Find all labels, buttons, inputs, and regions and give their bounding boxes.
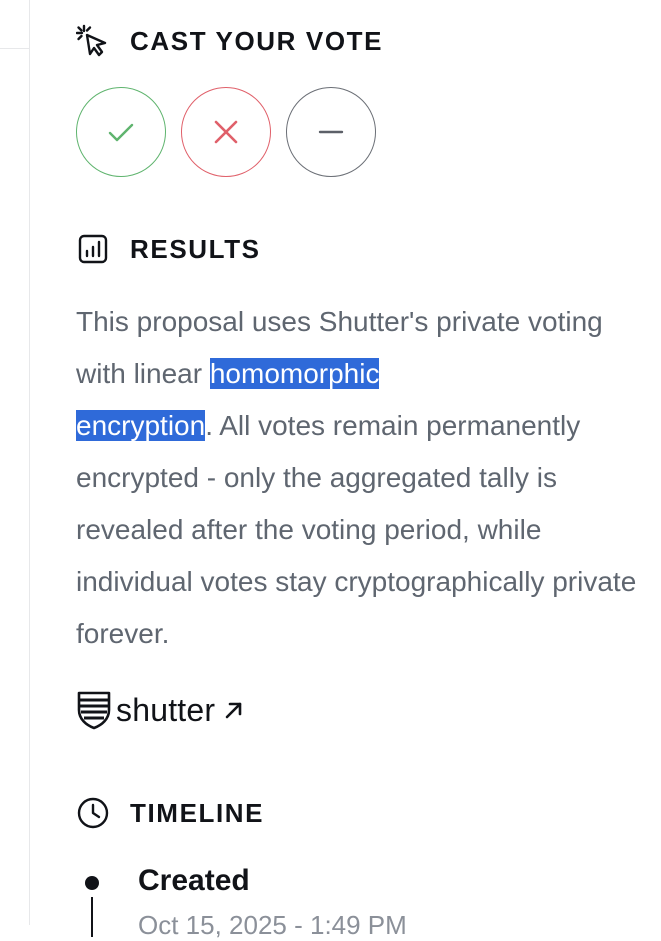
timeline-dot (85, 876, 99, 890)
shutter-link-label: shutter (116, 691, 216, 728)
header-divider (0, 48, 29, 49)
selected-text-homomorphic: homomorphic (209, 358, 380, 389)
vote-yes-button[interactable] (76, 87, 166, 177)
results-section-header: RESULTS (76, 232, 261, 266)
x-icon (214, 120, 238, 144)
vote-section-title: CAST YOUR VOTE (130, 25, 384, 56)
panel-divider (29, 0, 30, 925)
vote-no-button[interactable] (181, 87, 271, 177)
results-text-rest: . All votes remain permanently encrypted… (76, 410, 637, 649)
pointer-click-icon (76, 24, 110, 58)
shutter-shield-icon (76, 690, 112, 730)
arrow-up-right-icon (223, 699, 245, 721)
timeline-item-date: Oct 15, 2025 - 1:49 PM (138, 910, 407, 940)
minus-icon (318, 130, 344, 134)
timeline-connector (91, 897, 93, 937)
timeline-section-header: TIMELINE (76, 796, 264, 830)
bar-chart-icon (76, 232, 110, 266)
selected-text-encryption: encryption (76, 410, 206, 441)
timeline-section-title: TIMELINE (130, 797, 265, 828)
results-section-title: RESULTS (130, 233, 261, 264)
vote-options (76, 87, 376, 177)
check-icon (108, 123, 134, 142)
vote-abstain-button[interactable] (286, 87, 376, 177)
timeline-item-label: Created (138, 864, 250, 897)
shutter-link[interactable]: shutter (76, 690, 245, 730)
clock-icon (76, 796, 110, 830)
vote-section-header: CAST YOUR VOTE (76, 24, 383, 58)
results-description: This proposal uses Shutter's private vot… (76, 296, 646, 660)
